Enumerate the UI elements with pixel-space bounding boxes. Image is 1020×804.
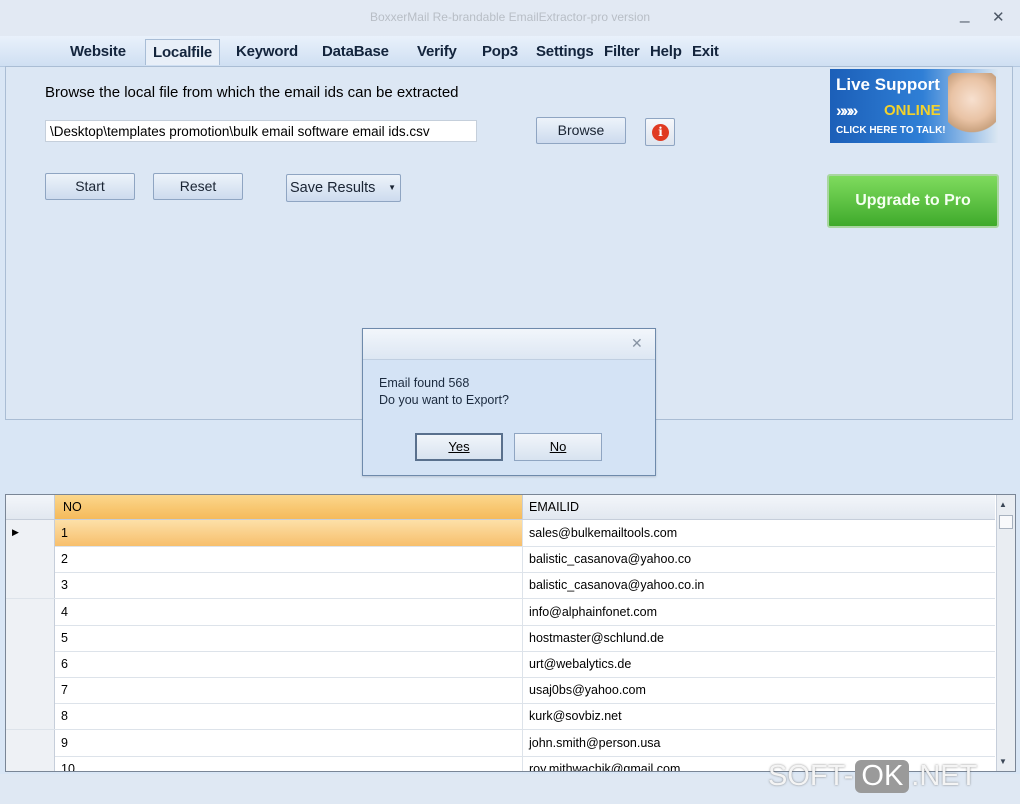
- cell-no[interactable]: 6: [55, 651, 523, 677]
- dropdown-arrow-icon: ▼: [388, 183, 396, 192]
- cell-emailid[interactable]: urt@webalytics.de: [523, 651, 995, 677]
- cell-no[interactable]: 3: [55, 572, 523, 599]
- cell-emailid[interactable]: john.smith@person.usa: [523, 730, 995, 756]
- save-results-label: Save Results: [290, 180, 376, 196]
- column-header-no[interactable]: NO: [55, 495, 523, 519]
- online-status: ONLINE: [884, 102, 941, 119]
- tab-localfile[interactable]: Localfile: [145, 39, 221, 65]
- row-header[interactable]: [6, 703, 55, 730]
- email-found-message: Email found 568: [379, 376, 470, 390]
- cell-emailid[interactable]: balistic_casanova@yahoo.co.in: [523, 572, 995, 598]
- watermark-left: SOFT-: [768, 760, 854, 792]
- cell-no[interactable]: 7: [55, 677, 523, 704]
- grid-header: NO EMAILID: [6, 495, 995, 520]
- tab-exit[interactable]: Exit: [692, 43, 719, 60]
- table-row[interactable]: 8 kurk@sovbiz.net: [6, 703, 995, 731]
- table-row[interactable]: 9 john.smith@person.usa: [6, 729, 995, 757]
- live-support-title: Live Support: [836, 75, 940, 94]
- row-header[interactable]: ▶: [6, 520, 55, 546]
- row-header[interactable]: [6, 598, 55, 625]
- table-row[interactable]: ▶ 1 sales@bulkemailtools.com: [6, 520, 995, 547]
- tab-settings[interactable]: Settings: [536, 43, 594, 60]
- no-button[interactable]: No: [514, 433, 602, 461]
- click-to-talk-label: CLICK HERE TO TALK!: [836, 125, 946, 136]
- table-row[interactable]: 7 usaj0bs@yahoo.com: [6, 677, 995, 705]
- start-button[interactable]: Start: [45, 173, 135, 200]
- tab-database[interactable]: DataBase: [322, 43, 389, 60]
- cell-no[interactable]: 10: [55, 755, 523, 771]
- close-window-button[interactable]: ✕: [992, 8, 1005, 26]
- results-grid: NO EMAILID ▶ 1 sales@bulkemailtools.com 2 ba…: [5, 494, 1016, 772]
- table-row[interactable]: 2 balistic_casanova@yahoo.co: [6, 546, 995, 574]
- minimize-button[interactable]: _: [960, 4, 969, 24]
- cell-emailid[interactable]: balistic_casanova@yahoo.co: [523, 546, 995, 572]
- row-header[interactable]: [6, 572, 55, 599]
- tab-website[interactable]: Website: [70, 43, 126, 60]
- export-question: Do you want to Export?: [379, 393, 509, 407]
- dialog-title-bar: ✕: [363, 329, 655, 360]
- cell-no[interactable]: 4: [55, 598, 523, 625]
- cell-no[interactable]: 9: [55, 729, 523, 756]
- browse-button[interactable]: Browse: [536, 117, 626, 144]
- row-header[interactable]: [6, 624, 55, 651]
- tab-pop3[interactable]: Pop3: [482, 43, 518, 60]
- row-header[interactable]: [6, 677, 55, 704]
- cell-emailid[interactable]: sales@bulkemailtools.com: [523, 520, 995, 546]
- row-header[interactable]: [6, 546, 55, 573]
- column-header-emailid[interactable]: EMAILID: [523, 495, 995, 519]
- cell-emailid[interactable]: kurk@sovbiz.net: [523, 703, 995, 729]
- dialog-close-icon[interactable]: ✕: [631, 335, 643, 352]
- tab-filter[interactable]: Filter: [604, 43, 640, 60]
- row-header[interactable]: [6, 651, 55, 677]
- row-header[interactable]: [6, 755, 55, 771]
- tab-keyword[interactable]: Keyword: [236, 43, 298, 60]
- scroll-up-icon[interactable]: ▲: [999, 500, 1007, 509]
- cell-emailid[interactable]: usaj0bs@yahoo.com: [523, 677, 995, 703]
- watermark-ok: OK: [855, 760, 910, 793]
- table-row[interactable]: 5 hostmaster@schlund.de: [6, 624, 995, 652]
- watermark-right: .NET: [911, 760, 978, 792]
- tab-verify[interactable]: Verify: [417, 43, 457, 60]
- table-row[interactable]: 3 balistic_casanova@yahoo.co.in: [6, 572, 995, 600]
- cell-no[interactable]: 5: [55, 624, 523, 651]
- file-path-input[interactable]: [45, 120, 477, 142]
- reset-button[interactable]: Reset: [153, 173, 243, 200]
- current-row-arrow-icon: ▶: [12, 527, 19, 537]
- table-row[interactable]: 4 info@alphainfonet.com: [6, 598, 995, 626]
- arrows-icon: »»»: [836, 101, 858, 120]
- cell-no[interactable]: 8: [55, 703, 523, 730]
- main-tab-bar: Website Localfile Keyword DataBase Verif…: [0, 36, 1020, 67]
- info-icon: i: [652, 124, 669, 141]
- cell-emailid[interactable]: info@alphainfonet.com: [523, 599, 995, 625]
- tab-help[interactable]: Help: [650, 43, 682, 60]
- row-header[interactable]: [6, 729, 55, 756]
- live-support-banner[interactable]: Live Support »»» ONLINE CLICK HERE TO TA…: [830, 69, 998, 143]
- yes-button[interactable]: Yes: [415, 433, 503, 461]
- scroll-down-icon[interactable]: ▼: [999, 757, 1007, 766]
- browse-instruction-label: Browse the local file from which the ema…: [45, 84, 459, 101]
- select-all-corner[interactable]: [6, 495, 55, 519]
- watermark: SOFT- OK .NET: [768, 760, 977, 793]
- title-bar: BoxxerMail Re-brandable EmailExtractor-p…: [0, 0, 1020, 36]
- info-button[interactable]: i: [645, 118, 675, 146]
- upgrade-to-pro-button[interactable]: Upgrade to Pro: [827, 174, 999, 228]
- window-title: BoxxerMail Re-brandable EmailExtractor-p…: [369, 10, 651, 24]
- support-agent-photo: [948, 73, 996, 139]
- scroll-thumb[interactable]: [999, 515, 1013, 529]
- table-row[interactable]: 6 urt@webalytics.de: [6, 651, 995, 678]
- export-dialog: ✕ Email found 568 Do you want to Export?…: [362, 328, 656, 476]
- cell-no[interactable]: 2: [55, 546, 523, 573]
- cell-emailid[interactable]: hostmaster@schlund.de: [523, 625, 995, 651]
- cell-no[interactable]: 1: [55, 520, 523, 546]
- vertical-scrollbar[interactable]: ▲ ▼: [996, 495, 1015, 771]
- save-results-dropdown[interactable]: Save Results ▼: [286, 174, 401, 202]
